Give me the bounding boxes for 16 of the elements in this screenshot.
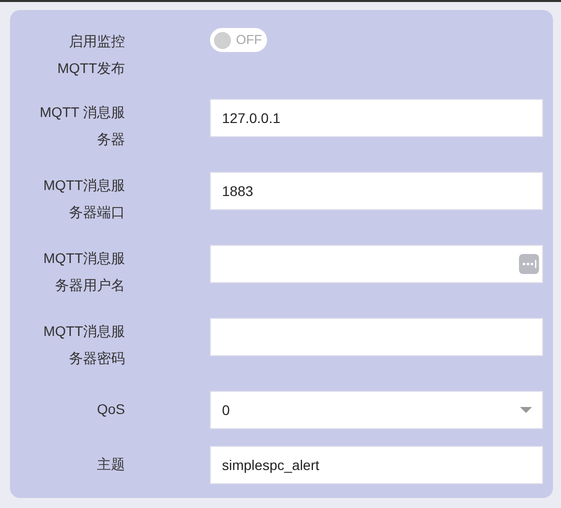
- text-field[interactable]: 127.0.0.1: [210, 99, 543, 137]
- text-field[interactable]: simplespc_alert: [210, 446, 543, 484]
- field-label: MQTT 消息服务器: [38, 103, 125, 149]
- field-label: QoS: [96, 400, 125, 419]
- field-label: 启用监控MQTT发布: [56, 32, 125, 78]
- toggle-knob: [214, 32, 231, 48]
- field-label: MQTT消息服务器用户名: [42, 249, 125, 295]
- password-manager-icon[interactable]: [519, 254, 539, 274]
- qos-select[interactable]: 0: [210, 391, 543, 429]
- username-field[interactable]: [210, 245, 543, 283]
- caret-icon: [520, 407, 532, 413]
- field-label: MQTT消息服务器端口: [42, 176, 125, 222]
- text-field[interactable]: [210, 318, 543, 356]
- text-field[interactable]: 1883: [210, 172, 543, 210]
- field-label: MQTT消息服务器密码: [42, 322, 125, 368]
- field-label: 主题: [96, 455, 125, 474]
